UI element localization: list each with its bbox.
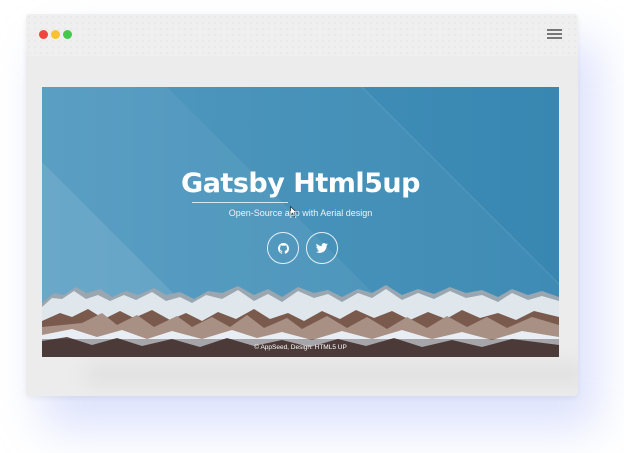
minimize-window-button[interactable] (51, 30, 60, 39)
hero-title: Gatsby Html5up (181, 168, 420, 199)
maximize-window-button[interactable] (63, 30, 72, 39)
hamburger-menu-icon[interactable] (547, 29, 562, 39)
website-viewport: Gatsby Html5up Open-Source app with Aeri… (42, 87, 559, 357)
hero-subtitle: Open-Source app with Aerial design (228, 208, 373, 218)
twitter-link-button[interactable] (306, 232, 338, 264)
viewport-shadow (86, 364, 578, 384)
github-icon (277, 242, 289, 254)
twitter-icon (316, 243, 328, 253)
title-underline (192, 202, 288, 203)
title-bar (26, 14, 578, 56)
footer-credits: © AppSeed, Design: HTML5 UP (254, 344, 347, 351)
github-link-button[interactable] (267, 232, 299, 264)
close-window-button[interactable] (39, 30, 48, 39)
